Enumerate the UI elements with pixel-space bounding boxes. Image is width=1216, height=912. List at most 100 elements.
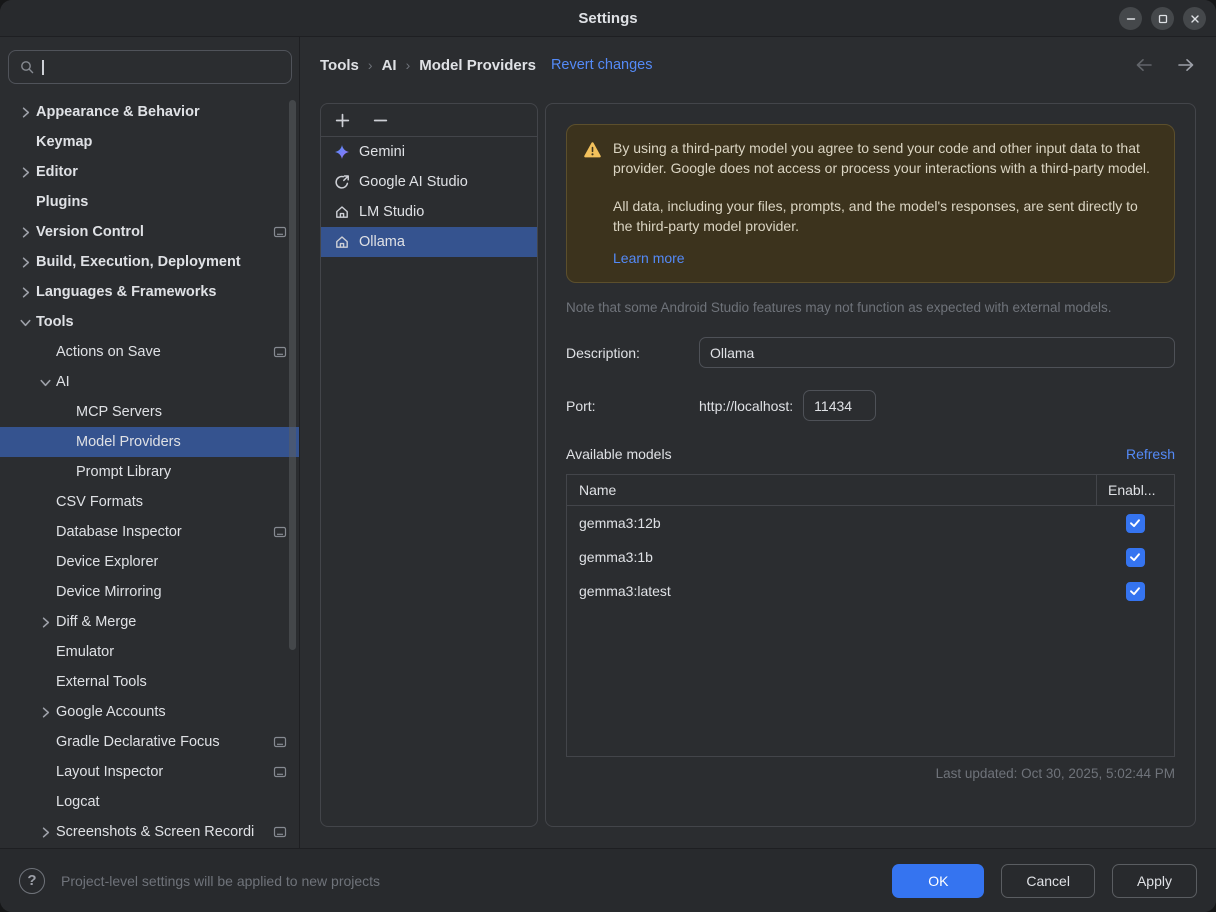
settings-search-box[interactable] bbox=[8, 50, 292, 84]
sidebar-item-emulator[interactable]: Emulator bbox=[0, 637, 299, 667]
settings-search-input[interactable] bbox=[51, 59, 282, 75]
model-name-cell: gemma3:latest bbox=[567, 583, 1096, 599]
sidebar-item-label: Database Inspector bbox=[56, 524, 182, 540]
chevron-placeholder bbox=[14, 194, 36, 210]
sidebar-item-gradle-declarative-focus[interactable]: Gradle Declarative Focus bbox=[0, 727, 299, 757]
sidebar-item-prompt-library[interactable]: Prompt Library bbox=[0, 457, 299, 487]
window-controls bbox=[1119, 7, 1206, 30]
learn-more-link[interactable]: Learn more bbox=[613, 250, 685, 266]
model-enabled-checkbox[interactable] bbox=[1126, 548, 1145, 567]
chevron-right-icon[interactable] bbox=[14, 284, 36, 300]
sidebar-item-plugins[interactable]: Plugins bbox=[0, 187, 299, 217]
chevron-right-icon[interactable] bbox=[14, 254, 36, 270]
providers-panel: GeminiGoogle AI StudioLM StudioOllama bbox=[320, 103, 538, 827]
sidebar-item-build-execution-deployment[interactable]: Build, Execution, Deployment bbox=[0, 247, 299, 277]
description-row: Description: bbox=[566, 337, 1175, 368]
chevron-placeholder bbox=[34, 794, 56, 810]
minimize-button[interactable] bbox=[1119, 7, 1142, 30]
ok-button[interactable]: OK bbox=[892, 864, 984, 898]
sidebar-item-csv-formats[interactable]: CSV Formats bbox=[0, 487, 299, 517]
sidebar-item-version-control[interactable]: Version Control bbox=[0, 217, 299, 247]
chevron-placeholder bbox=[54, 404, 76, 420]
sidebar-item-database-inspector[interactable]: Database Inspector bbox=[0, 517, 299, 547]
column-header-enabled[interactable]: Enabl... bbox=[1096, 475, 1174, 505]
revert-changes-link[interactable]: Revert changes bbox=[551, 57, 653, 73]
add-provider-button[interactable] bbox=[333, 111, 351, 129]
chevron-right-icon[interactable] bbox=[34, 614, 56, 630]
chevron-right-icon[interactable] bbox=[14, 104, 36, 120]
provider-item-ollama[interactable]: Ollama bbox=[321, 227, 537, 257]
remove-provider-button[interactable] bbox=[371, 111, 389, 129]
sidebar-item-editor[interactable]: Editor bbox=[0, 157, 299, 187]
sidebar-item-external-tools[interactable]: External Tools bbox=[0, 667, 299, 697]
chevron-placeholder bbox=[54, 464, 76, 480]
providers-list: GeminiGoogle AI StudioLM StudioOllama bbox=[321, 137, 537, 257]
sidebar-item-label: Appearance & Behavior bbox=[36, 104, 200, 120]
sidebar-item-diff-merge[interactable]: Diff & Merge bbox=[0, 607, 299, 637]
lm-studio-icon bbox=[333, 204, 350, 220]
settings-sidebar: Appearance & Behavior KeymapEditorPlugins… bbox=[0, 37, 300, 848]
provider-item-gemini[interactable]: Gemini bbox=[321, 137, 537, 167]
models-table-body: gemma3:12b gemma3:1b gemma3:latest bbox=[567, 506, 1174, 608]
chevron-down-icon[interactable] bbox=[34, 374, 56, 390]
sidebar-item-label: Build, Execution, Deployment bbox=[36, 254, 241, 270]
refresh-models-link[interactable]: Refresh bbox=[1126, 446, 1175, 462]
model-row-gemma3-1b[interactable]: gemma3:1b bbox=[567, 540, 1174, 574]
forward-arrow-icon[interactable] bbox=[1176, 57, 1196, 73]
warning-paragraph-2: All data, including your files, prompts,… bbox=[613, 197, 1158, 236]
model-enabled-checkbox[interactable] bbox=[1126, 514, 1145, 533]
chevron-right-icon[interactable] bbox=[34, 704, 56, 720]
sidebar-item-label: Gradle Declarative Focus bbox=[56, 734, 220, 750]
column-header-name[interactable]: Name bbox=[567, 475, 1096, 505]
breadcrumb-item-tools[interactable]: Tools bbox=[320, 57, 359, 74]
breadcrumb-item-ai[interactable]: AI bbox=[382, 57, 397, 74]
port-label: Port: bbox=[566, 398, 699, 414]
sidebar-item-keymap[interactable]: Keymap bbox=[0, 127, 299, 157]
provider-item-google-ai-studio[interactable]: Google AI Studio bbox=[321, 167, 537, 197]
model-enabled-checkbox[interactable] bbox=[1126, 582, 1145, 601]
chevron-placeholder bbox=[34, 734, 56, 750]
chevron-down-icon[interactable] bbox=[14, 314, 36, 330]
sidebar-item-ai[interactable]: AI bbox=[0, 367, 299, 397]
sidebar-item-label: Logcat bbox=[56, 794, 100, 810]
model-name-cell: gemma3:1b bbox=[567, 549, 1096, 565]
sidebar-item-logcat[interactable]: Logcat bbox=[0, 787, 299, 817]
sidebar-item-model-providers[interactable]: Model Providers bbox=[0, 427, 299, 457]
breadcrumb-item-model-providers: Model Providers bbox=[419, 57, 536, 74]
sidebar-item-actions-on-save[interactable]: Actions on Save bbox=[0, 337, 299, 367]
sidebar-item-device-mirroring[interactable]: Device Mirroring bbox=[0, 577, 299, 607]
cancel-button[interactable]: Cancel bbox=[1001, 864, 1095, 898]
ollama-icon bbox=[333, 234, 350, 250]
sidebar-item-mcp-servers[interactable]: MCP Servers bbox=[0, 397, 299, 427]
provider-item-lm-studio[interactable]: LM Studio bbox=[321, 197, 537, 227]
sidebar-item-google-accounts[interactable]: Google Accounts bbox=[0, 697, 299, 727]
back-arrow-icon[interactable] bbox=[1134, 57, 1154, 73]
model-enabled-cell bbox=[1096, 514, 1174, 533]
chevron-right-icon[interactable] bbox=[14, 224, 36, 240]
sidebar-item-tools[interactable]: Tools bbox=[0, 307, 299, 337]
model-row-gemma3-latest[interactable]: gemma3:latest bbox=[567, 574, 1174, 608]
sidebar-item-languages-frameworks[interactable]: Languages & Frameworks bbox=[0, 277, 299, 307]
sidebar-item-layout-inspector[interactable]: Layout Inspector bbox=[0, 757, 299, 787]
sidebar-item-device-explorer[interactable]: Device Explorer bbox=[0, 547, 299, 577]
warning-triangle-icon bbox=[583, 139, 602, 266]
maximize-button[interactable] bbox=[1151, 7, 1174, 30]
apply-button[interactable]: Apply bbox=[1112, 864, 1197, 898]
description-input[interactable] bbox=[699, 337, 1175, 368]
chevron-right-icon[interactable] bbox=[34, 824, 56, 840]
sidebar-item-screenshots-screen-recordi[interactable]: Screenshots & Screen Recordi bbox=[0, 817, 299, 847]
close-icon bbox=[1190, 14, 1200, 24]
sidebar-item-appearance-behavior[interactable]: Appearance & Behavior bbox=[0, 97, 299, 127]
chevron-right-icon[interactable] bbox=[14, 164, 36, 180]
last-updated-text: Last updated: Oct 30, 2025, 5:02:44 PM bbox=[566, 766, 1175, 781]
help-icon[interactable] bbox=[19, 868, 45, 894]
chevron-placeholder bbox=[34, 644, 56, 660]
port-input[interactable] bbox=[803, 390, 876, 421]
close-button[interactable] bbox=[1183, 7, 1206, 30]
model-row-gemma3-12b[interactable]: gemma3:12b bbox=[567, 506, 1174, 540]
description-label: Description: bbox=[566, 345, 699, 361]
sidebar-item-label: Model Providers bbox=[76, 434, 181, 450]
sidebar-scrollbar-thumb[interactable] bbox=[289, 100, 296, 650]
sidebar-item-label: Device Explorer bbox=[56, 554, 158, 570]
project-setting-icon bbox=[267, 765, 287, 779]
